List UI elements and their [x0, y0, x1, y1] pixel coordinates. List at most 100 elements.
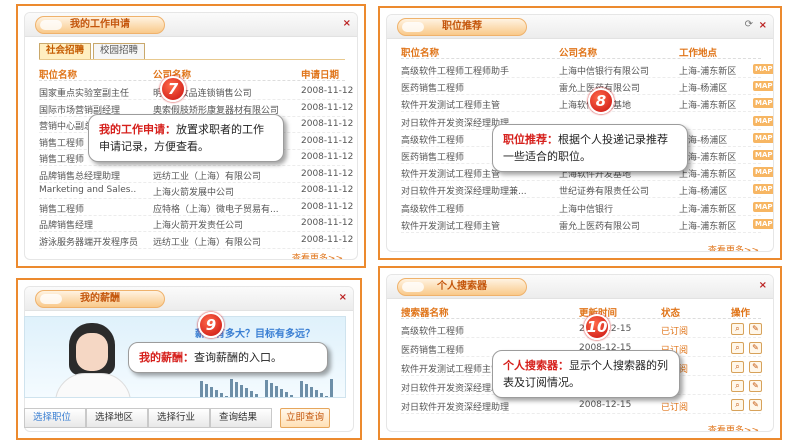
location-cell: 上海-杨浦区: [679, 84, 728, 95]
search-icon[interactable]: ⌕: [731, 361, 744, 373]
search-icon[interactable]: ⌕: [731, 399, 744, 411]
date-cell: 2008-11-12: [301, 102, 354, 113]
col-location: 工作地点: [679, 48, 718, 59]
table-row[interactable]: 医药销售工程师雷允上医药有限公司上海-杨浦区 MAP: [401, 78, 773, 96]
table-row[interactable]: 品牌销售总经理助理 远纺工业（上海）有限公司 2008-11-12: [39, 166, 353, 183]
map-button[interactable]: MAP: [753, 132, 773, 143]
decor-bar: [205, 384, 208, 397]
table-row[interactable]: 软件开发测试工程师主管上海软件开发基地上海-浦东新区 MAP: [401, 95, 773, 113]
decor-bar: [310, 387, 313, 397]
step-select-region[interactable]: 选择地区: [86, 408, 148, 428]
map-button[interactable]: MAP: [753, 81, 773, 92]
position-cell[interactable]: 软件开发测试工程师主管: [401, 98, 551, 111]
step-query-result[interactable]: 查询结果: [210, 408, 272, 428]
map-button[interactable]: MAP: [753, 115, 773, 126]
refresh-icon[interactable]: ⟳: [745, 19, 753, 30]
decor-bar: [235, 382, 238, 397]
position-cell[interactable]: 高级软件工程师: [401, 202, 551, 215]
position-cell[interactable]: 销售工程师: [39, 202, 149, 215]
table-row[interactable]: 国家重点实验室副主任 明...化妆品连锁销售公司 2008-11-12: [39, 83, 353, 100]
decor-bar: [200, 381, 203, 397]
callout-title: 我的薪酬：: [139, 351, 194, 364]
close-icon[interactable]: ×: [343, 18, 351, 29]
step-select-position[interactable]: 选择职位: [24, 408, 86, 428]
position-cell[interactable]: 品牌销售经理: [39, 218, 149, 231]
view-more-link[interactable]: 查看更多>>: [708, 423, 759, 431]
table-row[interactable]: Marketing and Sales.. 上海火箭发展中公司 2008-11-12: [39, 182, 353, 199]
decor-bar: [230, 379, 233, 397]
location-cell: 上海-浦东新区: [679, 67, 737, 77]
edit-icon[interactable]: ✎: [749, 342, 762, 354]
tab-campus-recruit[interactable]: 校园招聘: [93, 43, 146, 59]
position-cell[interactable]: 游泳服务器端开发程序员: [39, 235, 149, 248]
callout-title: 职位推荐：: [503, 133, 558, 146]
job-recommend-frame: 职位推荐 ⟳ × 职位名称 公司名称 工作地点 高级软件工程师工程师助手 上海中信…: [378, 6, 782, 260]
decor-bar: [275, 386, 278, 397]
position-cell[interactable]: 对日软件开发资深经理助理兼...: [401, 184, 551, 197]
map-button[interactable]: MAP: [753, 184, 773, 195]
company-cell: 上海火箭开发责任公司: [153, 221, 244, 231]
edit-icon[interactable]: ✎: [749, 380, 762, 392]
close-icon[interactable]: ×: [339, 292, 347, 303]
query-now-button[interactable]: 立即查询: [280, 408, 331, 428]
map-button[interactable]: MAP: [753, 64, 773, 74]
date-cell: 2008-11-12: [301, 201, 354, 212]
agent-name-cell[interactable]: 对日软件开发资深经理助理: [401, 400, 571, 413]
search-icon[interactable]: ⌕: [731, 342, 744, 354]
map-button[interactable]: MAP: [753, 98, 773, 109]
edit-icon[interactable]: ✎: [749, 399, 762, 411]
position-cell[interactable]: 国家重点实验室副主任: [39, 86, 149, 99]
close-icon[interactable]: ×: [759, 20, 767, 31]
callout-title: 我的工作申请：: [99, 123, 176, 136]
panel-title: 职位推荐: [397, 18, 527, 36]
position-cell[interactable]: Marketing and Sales..: [39, 185, 149, 195]
tab-social-recruit[interactable]: 社会招聘: [39, 43, 92, 59]
decor-bar: [315, 390, 318, 397]
company-cell: 世纪证券有限责任公司: [559, 187, 650, 198]
edit-icon[interactable]: ✎: [749, 323, 762, 335]
close-icon[interactable]: ×: [759, 280, 767, 291]
panel-title: 我的工作申请: [35, 16, 165, 34]
table-header: 职位名称 公司名称 申请日期: [39, 65, 345, 81]
step-badge-9: 9: [198, 312, 224, 338]
position-cell[interactable]: 软件开发测试工程师主管: [401, 219, 551, 232]
job-applications-frame: 我的工作申请 × 社会招聘校园招聘 职位名称 公司名称 申请日期 国家重点实验室…: [16, 4, 366, 268]
decor-bar: [320, 393, 323, 397]
position-cell[interactable]: 高级软件工程师工程师助手: [401, 64, 551, 77]
map-button[interactable]: MAP: [753, 201, 773, 212]
agent-name-cell[interactable]: 高级软件工程师: [401, 324, 571, 337]
table-row[interactable]: 对日软件开发资深经理助理 2008-12-15 已订阅 ⌕ ✎: [401, 397, 762, 414]
date-cell: 2008-11-12: [301, 135, 354, 146]
view-more-link[interactable]: 查看更多>>: [708, 243, 759, 251]
edit-icon[interactable]: ✎: [749, 361, 762, 373]
table-header: 职位名称 公司名称 工作地点: [401, 43, 761, 59]
map-button[interactable]: MAP: [753, 150, 773, 160]
position-cell[interactable]: 品牌销售总经理助理: [39, 169, 149, 182]
table-row[interactable]: 游泳服务器端开发程序员 远纺工业（上海）有限公司 2008-11-12: [39, 232, 353, 249]
table-row[interactable]: 品牌销售经理 上海火箭开发责任公司 2008-11-12: [39, 215, 353, 232]
map-button[interactable]: MAP: [753, 218, 773, 229]
step-select-industry[interactable]: 选择行业: [148, 408, 210, 428]
panel-title: 个人搜索器: [397, 278, 527, 296]
callout-title: 个人搜索器：: [503, 359, 569, 372]
table-row[interactable]: 销售工程师 应特格（上海）微电子贸易有... 2008-11-12: [39, 199, 353, 216]
map-button[interactable]: MAP: [753, 167, 773, 178]
col-company: 公司名称: [559, 48, 598, 59]
position-cell[interactable]: 医药销售工程师: [401, 81, 551, 94]
table-row[interactable]: 高级软件工程师工程师助手 上海中信银行有限公司 上海-浦东新区 MAP: [401, 61, 773, 78]
decor-bar: [330, 379, 333, 397]
date-cell: 2008-11-12: [301, 218, 354, 228]
table-row[interactable]: 对日软件开发资深经理助理兼... 世纪证券有限责任公司 上海-杨浦区 MAP: [401, 181, 773, 199]
table-row[interactable]: 软件开发测试工程师主管 雷允上医药有限公司 上海-浦东新区 MAP: [401, 216, 773, 233]
table-row[interactable]: 高级软件工程师2008-12-15已订阅⌕✎: [401, 321, 762, 338]
company-cell: 雷允上医药有限公司: [559, 81, 671, 94]
decor-bar: [240, 385, 243, 397]
table-row[interactable]: 高级软件工程师 上海中信银行 上海-浦东新区 MAP: [401, 199, 773, 216]
search-icon[interactable]: ⌕: [731, 380, 744, 392]
search-icon[interactable]: ⌕: [731, 323, 744, 335]
step-badge-8: 8: [588, 88, 614, 114]
date-cell: 2008-11-12: [301, 234, 354, 245]
company-cell: 上海软件开发基地: [559, 98, 671, 111]
col-status: 状态: [661, 308, 681, 319]
view-more-link[interactable]: 查看更多>>: [292, 251, 343, 259]
